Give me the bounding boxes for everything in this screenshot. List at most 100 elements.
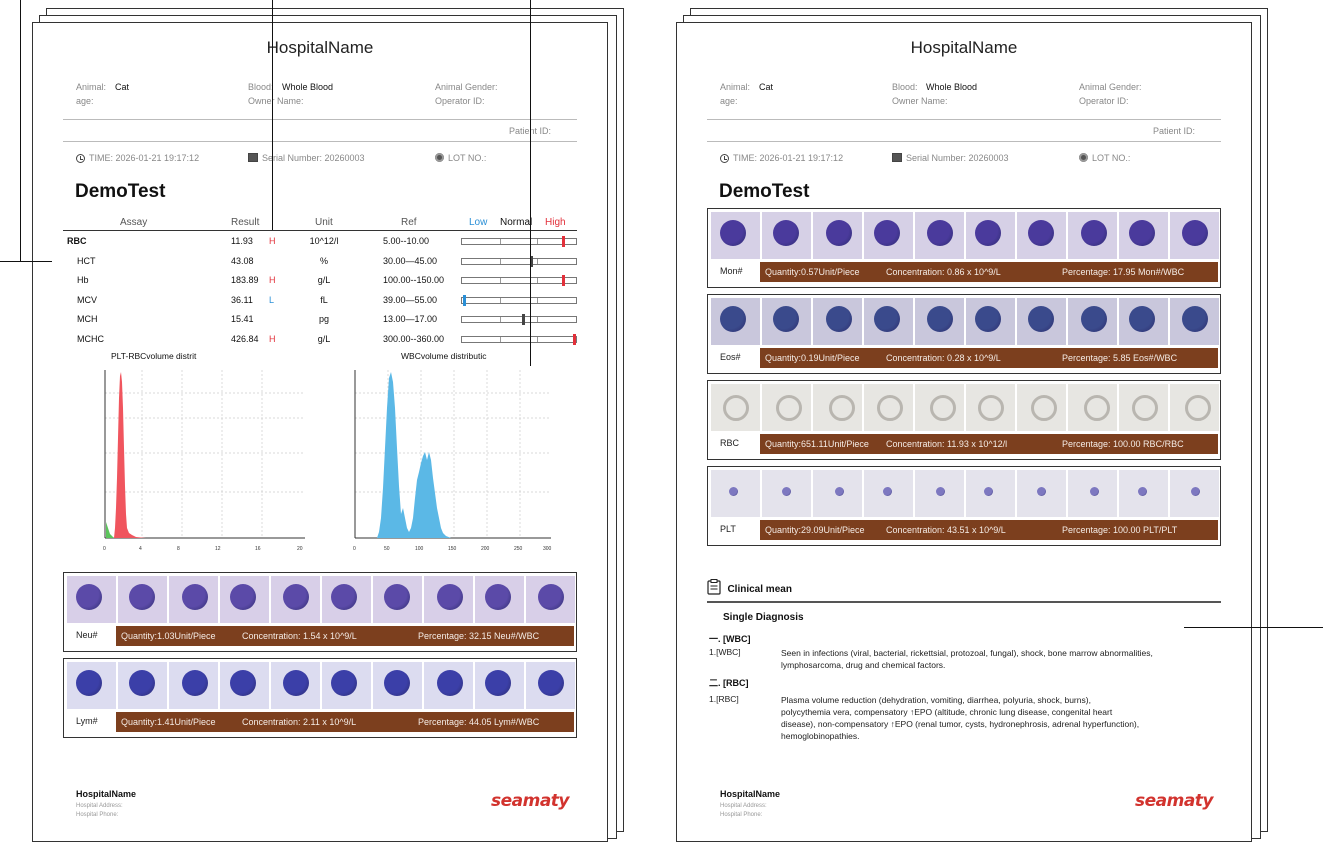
animal-label: Animal: bbox=[76, 82, 107, 92]
cell-blob bbox=[1089, 486, 1099, 496]
cell-image bbox=[966, 470, 1015, 517]
svg-text:0: 0 bbox=[353, 546, 356, 552]
info-quantity: Quantity:29.09Unit/Piece bbox=[765, 525, 865, 535]
range-bar bbox=[461, 236, 577, 247]
serial-icon bbox=[892, 153, 902, 162]
callout-line bbox=[272, 0, 273, 230]
range-divider bbox=[537, 336, 539, 342]
range-marker bbox=[462, 294, 466, 306]
cell-image bbox=[373, 662, 422, 709]
lot-field: LOT NO.: bbox=[435, 153, 486, 163]
cell-image bbox=[1170, 384, 1219, 431]
cell-blob bbox=[773, 306, 799, 332]
single-diagnosis-title: Single Diagnosis bbox=[723, 612, 804, 623]
cell-image bbox=[813, 470, 862, 517]
cell-blob bbox=[1182, 220, 1208, 246]
range-divider bbox=[537, 278, 539, 283]
owner-label: Owner Name: bbox=[892, 96, 948, 106]
info-quantity: Quantity:1.03Unit/Piece bbox=[121, 631, 216, 641]
range-divider bbox=[499, 317, 501, 322]
footer-phone: Hospital Phone: bbox=[720, 812, 763, 818]
info-concentration: Concentration: 2.11 x 10^9/L bbox=[242, 717, 357, 727]
cell-blob bbox=[773, 220, 799, 246]
cell-blob bbox=[230, 584, 256, 610]
range-divider bbox=[499, 336, 501, 342]
cell-blob bbox=[720, 306, 746, 332]
range-divider bbox=[537, 258, 539, 264]
diag-section-head: 一. [WBC] bbox=[709, 634, 751, 644]
unit-value: fL bbox=[320, 294, 328, 305]
lot-text: LOT NO.: bbox=[1092, 153, 1131, 163]
cell-blob bbox=[829, 395, 855, 421]
range-divider bbox=[537, 239, 539, 244]
cell-blob bbox=[978, 395, 1004, 421]
cell-blob bbox=[1129, 220, 1155, 246]
cell-blob bbox=[485, 670, 511, 696]
cell-image bbox=[1119, 470, 1168, 517]
cell-blob bbox=[1028, 306, 1054, 332]
divider bbox=[707, 119, 1221, 120]
clipboard-icon bbox=[707, 579, 721, 595]
ref-range: 13.00—17.00 bbox=[383, 314, 438, 324]
cell-group-label: Mon# bbox=[720, 266, 743, 276]
diag-item-num: 1.[RBC] bbox=[709, 694, 739, 704]
cell-blob bbox=[76, 584, 102, 610]
result-value: 183.89 bbox=[231, 275, 259, 285]
cell-image bbox=[220, 662, 269, 709]
info-quantity: Quantity:651.11Unit/Piece bbox=[765, 439, 869, 449]
info-percentage: Percentage: 5.85 Eos#/WBC bbox=[1062, 353, 1178, 363]
serial-text: Serial Number: 20260003 bbox=[262, 153, 365, 163]
assay-name: MCHC bbox=[77, 333, 104, 344]
cell-group-info-bar: Quantity:29.09Unit/Piece Concentration: 4… bbox=[760, 520, 1218, 540]
cell-image bbox=[475, 576, 524, 623]
info-concentration: Concentration: 43.51 x 10^9/L bbox=[886, 525, 1006, 535]
cell-blob bbox=[230, 670, 256, 696]
plt-peak bbox=[106, 522, 114, 538]
cell-blob bbox=[384, 670, 410, 696]
footer-address: Hospital Address: bbox=[76, 803, 123, 809]
left-report-page: HospitalName Animal: Cat age: Blood: Who… bbox=[32, 22, 608, 842]
info-percentage: Percentage: 17.95 Mon#/WBC bbox=[1062, 267, 1185, 277]
serial-field: Serial Number: 20260003 bbox=[892, 153, 1009, 163]
cell-image bbox=[424, 576, 473, 623]
divider bbox=[707, 141, 1221, 142]
blood-label: Blood: bbox=[248, 82, 274, 92]
assay-name: MCH bbox=[77, 314, 98, 324]
result-flag: H bbox=[269, 333, 276, 344]
cell-blob bbox=[975, 220, 1001, 246]
cell-image bbox=[67, 576, 116, 623]
cell-image bbox=[322, 576, 371, 623]
cell-blob bbox=[76, 670, 102, 696]
wbc-histogram: 0 50 100 150 200 250 300 bbox=[353, 370, 552, 552]
animal-value: Cat bbox=[115, 82, 130, 92]
col-unit: Unit bbox=[315, 217, 333, 228]
info-concentration: Concentration: 11.93 x 10^12/l bbox=[886, 439, 1008, 449]
info-percentage: Percentage: 100.00 RBC/RBC bbox=[1062, 439, 1184, 449]
test-name: DemoTest bbox=[719, 181, 810, 202]
info-percentage: Percentage: 100.00 PLT/PLT bbox=[1062, 525, 1178, 535]
cell-image bbox=[1017, 470, 1066, 517]
owner-label: Owner Name: bbox=[248, 96, 304, 106]
cell-group-box: Lym# Quantity:1.41Unit/Piece Concentration… bbox=[63, 658, 577, 738]
lot-icon bbox=[435, 153, 444, 162]
cell-image bbox=[1068, 470, 1117, 517]
serial-text: Serial Number: 20260003 bbox=[906, 153, 1009, 163]
col-assay: Assay bbox=[120, 217, 148, 228]
cell-blob bbox=[1081, 306, 1107, 332]
clinical-title: Clinical mean bbox=[727, 584, 792, 595]
cell-image bbox=[526, 662, 575, 709]
footer-hospital-name: HospitalName bbox=[76, 789, 137, 799]
wbc-hist-title: WBCvolume distributic bbox=[401, 351, 487, 361]
cell-blob bbox=[538, 670, 564, 696]
cell-blob bbox=[1132, 395, 1158, 421]
cell-image bbox=[220, 576, 269, 623]
svg-text:300: 300 bbox=[543, 546, 552, 552]
cell-blob bbox=[1084, 395, 1110, 421]
ref-range: 300.00--360.00 bbox=[383, 333, 445, 344]
cell-image bbox=[711, 298, 760, 345]
cell-image bbox=[915, 384, 964, 431]
cell-image bbox=[711, 212, 760, 259]
assay-name: HCT bbox=[77, 255, 96, 266]
svg-text:100: 100 bbox=[415, 546, 424, 552]
cell-blob bbox=[1182, 306, 1208, 332]
